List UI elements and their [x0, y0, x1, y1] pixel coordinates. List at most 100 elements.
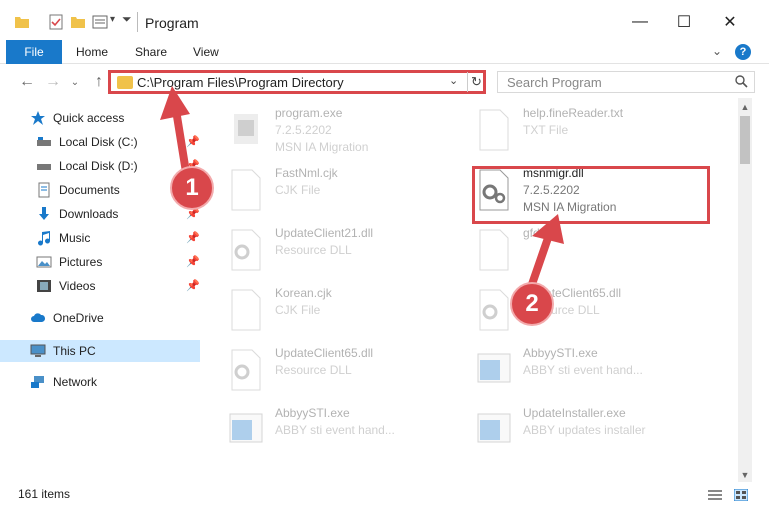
address-row: ← → ⌄ ↑ C:\Program Files\Program Directo… — [0, 66, 769, 98]
file-name: help.fineReader.txt — [523, 106, 624, 120]
tab-file[interactable]: File — [6, 40, 62, 64]
address-path[interactable]: C:\Program Files\Program Directory — [137, 75, 344, 90]
file-detail: 7.2.5.2202 — [275, 123, 332, 137]
up-arrow-icon[interactable]: ↑ — [90, 72, 108, 92]
sidebar-item-label: Network — [53, 375, 98, 389]
sidebar-item-documents[interactable]: Documents — [36, 179, 120, 201]
sidebar-item-music[interactable]: Music — [36, 227, 90, 249]
txt-icon — [479, 109, 509, 151]
details-view-icon[interactable] — [708, 489, 722, 501]
list-item[interactable]: gfdsk — [468, 224, 718, 280]
sidebar-item-network[interactable]: Network — [30, 371, 97, 393]
qa-dropdown-icon[interactable]: ▾ — [110, 14, 115, 25]
list-item[interactable]: UpdateClient65.dll Resource DLL — [468, 284, 718, 340]
list-item[interactable]: FastNml.cjk CJK File — [220, 164, 470, 220]
sidebar-item-label: Local Disk (C:) — [59, 135, 138, 149]
file-name: UpdateInstaller.exe — [523, 406, 626, 420]
properties-icon[interactable] — [48, 14, 64, 30]
sidebar-item-this-pc[interactable]: This PC — [30, 340, 96, 362]
search-placeholder: Search Program — [507, 75, 602, 90]
close-button[interactable]: ✕ — [715, 10, 745, 34]
scrollbar-thumb[interactable] — [740, 116, 750, 164]
pin-icon[interactable]: 📌 — [186, 255, 200, 268]
title-separator — [137, 12, 138, 32]
sidebar-item-label: Pictures — [59, 255, 103, 269]
tiles-view-icon[interactable] — [734, 489, 748, 501]
file-icon — [479, 229, 509, 271]
ribbon-tabs: File Home Share View ⌄ ? — [0, 40, 769, 64]
minimize-button[interactable]: — — [625, 10, 655, 34]
file-detail: Resource DLL — [275, 243, 352, 257]
sidebar-item-label: This PC — [53, 344, 96, 358]
pin-icon[interactable]: 📌 — [186, 279, 200, 292]
list-item[interactable]: UpdateClient21.dll Resource DLL — [220, 224, 470, 280]
file-detail: CJK File — [275, 303, 321, 317]
refresh-icon[interactable]: ↻ — [467, 72, 485, 92]
back-arrow-icon[interactable]: ← — [18, 72, 36, 92]
app-icon — [477, 413, 511, 443]
sidebar-item-label: Local Disk (D:) — [59, 159, 138, 173]
app-icon — [229, 413, 263, 443]
drive-icon — [37, 164, 51, 170]
search-input[interactable]: Search Program — [497, 71, 755, 93]
search-icon[interactable] — [734, 74, 748, 88]
file-name: AbbyySTI.exe — [523, 346, 598, 360]
dll-icon — [479, 289, 509, 331]
list-item[interactable]: AbbyySTI.exe ABBY sti event hand... — [468, 344, 718, 400]
expand-ribbon-icon[interactable]: ⌄ — [712, 44, 722, 58]
list-item[interactable]: help.fineReader.txt TXT File — [468, 104, 718, 160]
item-count: 161 items — [18, 487, 71, 501]
help-icon[interactable]: ? — [735, 44, 751, 60]
window-title: Program — [145, 15, 199, 31]
file-detail: TXT File — [523, 123, 569, 137]
sidebar-item-label: Documents — [59, 183, 120, 197]
network-icon — [31, 376, 44, 388]
computer-icon — [30, 344, 46, 357]
chevron-down-icon[interactable]: ⌄ — [449, 74, 458, 87]
sidebar-item-videos[interactable]: Videos — [36, 275, 95, 297]
folder-icon[interactable] — [14, 14, 30, 30]
sidebar-item-label: Quick access — [53, 111, 125, 125]
tab-view[interactable]: View — [193, 40, 219, 64]
list-item[interactable]: Korean.cjk CJK File — [220, 284, 470, 340]
file-name: program.exe — [275, 106, 343, 120]
scroll-down-icon[interactable]: ▼ — [738, 468, 752, 482]
cloud-icon — [31, 313, 46, 322]
file-name: FastNml.cjk — [275, 166, 338, 180]
file-detail: ABBY sti event hand... — [523, 363, 643, 377]
sidebar-item-label: OneDrive — [53, 311, 104, 325]
maximize-button[interactable]: ☐ — [669, 10, 699, 34]
sidebar-item-onedrive[interactable]: OneDrive — [30, 307, 104, 329]
sidebar-item-pictures[interactable]: Pictures — [36, 251, 102, 273]
new-folder-icon[interactable] — [70, 14, 86, 30]
qa-menu-icon[interactable]: ⏷ — [122, 12, 132, 27]
sidebar-item-local-disk-c[interactable]: Local Disk (C:) — [36, 131, 138, 153]
file-name: AbbyySTI.exe — [275, 406, 350, 420]
address-bar[interactable]: C:\Program Files\Program Directory ⌄ ↻ — [108, 70, 486, 94]
app-icon — [477, 353, 511, 383]
file-icon — [231, 169, 261, 211]
highlight-box — [472, 166, 710, 224]
drive-icon — [37, 137, 51, 146]
sidebar-item-downloads[interactable]: Downloads — [36, 203, 118, 225]
exe-icon — [234, 114, 258, 144]
tab-share[interactable]: Share — [135, 40, 167, 64]
recent-locations-icon[interactable]: ⌄ — [66, 72, 84, 92]
list-item[interactable]: UpdateClient65.dll Resource DLL — [220, 344, 470, 400]
list-item[interactable]: UpdateInstaller.exe ABBY updates install… — [468, 404, 718, 460]
sidebar-item-label: Downloads — [59, 207, 119, 221]
pin-icon[interactable]: 📌 — [186, 231, 200, 244]
forward-arrow-icon[interactable]: → — [44, 72, 62, 92]
customize-icon[interactable] — [92, 14, 108, 30]
file-detail: ABBY updates installer — [523, 423, 646, 437]
list-item[interactable]: program.exe 7.2.5.2202 MSN IA Migration — [220, 104, 470, 160]
pin-icon[interactable]: 📌 — [186, 135, 200, 148]
list-item[interactable]: AbbyySTI.exe ABBY sti event hand... — [220, 404, 470, 460]
vertical-scrollbar[interactable]: ▲ ▼ — [738, 98, 752, 482]
dll-icon — [231, 229, 261, 271]
tab-home[interactable]: Home — [76, 40, 108, 64]
file-detail: Resource DLL — [275, 363, 352, 377]
sidebar-item-local-disk-d[interactable]: Local Disk (D:) — [36, 155, 138, 177]
sidebar-item-quick-access[interactable]: Quick access — [30, 107, 124, 129]
scroll-up-icon[interactable]: ▲ — [738, 100, 752, 114]
